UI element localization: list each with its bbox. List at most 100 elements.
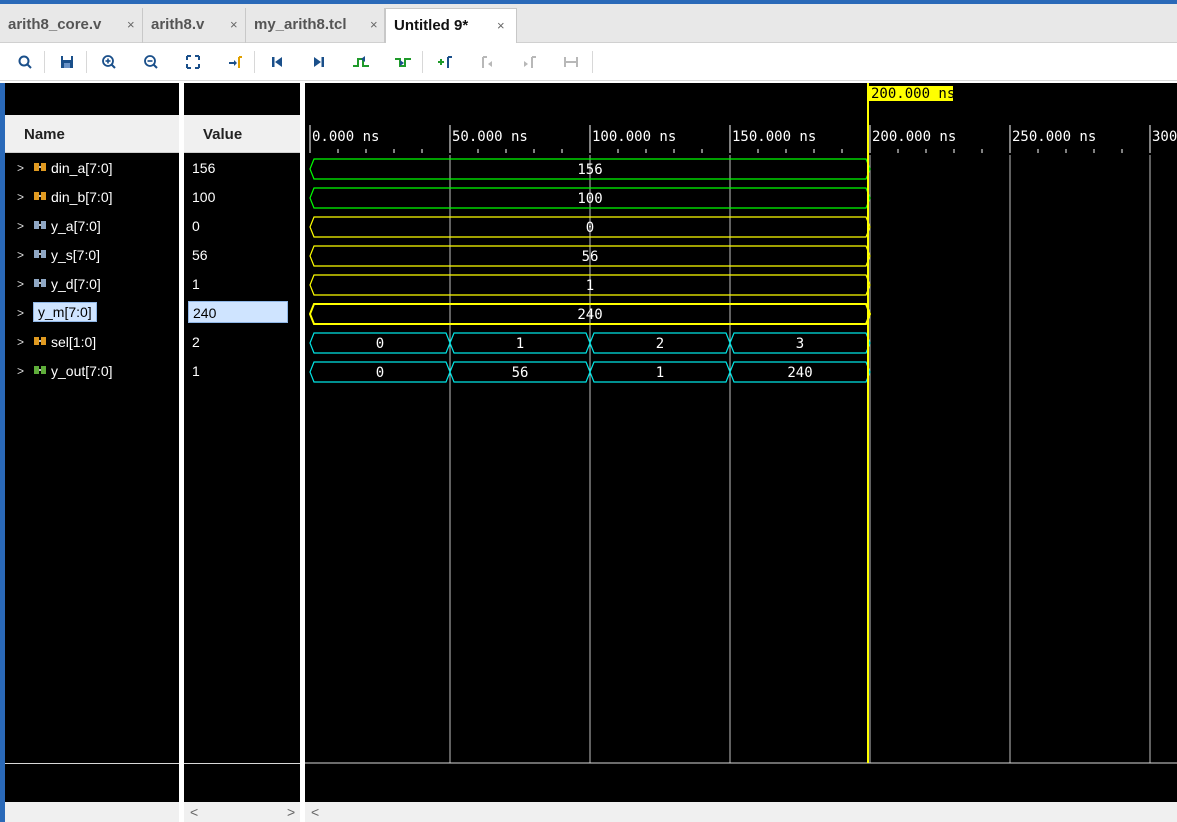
- next-marker-icon: [516, 50, 542, 74]
- go-to-last-time-icon[interactable]: [306, 50, 332, 74]
- signal-row[interactable]: > din_a[7:0]: [5, 155, 179, 183]
- search-icon[interactable]: [12, 50, 38, 74]
- signal-name: din_a[7:0]: [51, 160, 113, 176]
- output-bus-icon: [34, 279, 46, 287]
- signal-name: y_d[7:0]: [51, 276, 101, 292]
- expand-chevron-icon[interactable]: >: [17, 335, 24, 349]
- scroll-left-arrow[interactable]: <: [311, 804, 319, 820]
- bus-value-label: 0: [586, 220, 594, 236]
- value-panel-scrollbar[interactable]: < >: [184, 802, 300, 822]
- timeline-tick-label: 300: [1152, 129, 1177, 145]
- expand-chevron-icon[interactable]: >: [17, 161, 24, 175]
- waveform-scrollbar[interactable]: <: [305, 802, 1177, 822]
- bus-value-label: 100: [577, 191, 602, 207]
- editor-tab-bar: arith8_core.v × arith8.v × my_arith8.tcl…: [0, 4, 1177, 43]
- go-to-time-zero-icon[interactable]: [264, 50, 290, 74]
- input-bus-icon: [34, 192, 46, 200]
- previous-transition-icon[interactable]: [348, 50, 374, 74]
- timeline-tick-label: 50.000 ns: [452, 129, 528, 145]
- expand-chevron-icon[interactable]: >: [17, 364, 24, 378]
- signal-row[interactable]: > y_m[7:0]: [5, 300, 179, 328]
- go-to-cursor-icon[interactable]: [222, 50, 248, 74]
- signal-value: 2: [192, 334, 200, 350]
- name-panel-footer: [5, 802, 179, 822]
- output-bus-icon-green: [34, 366, 46, 374]
- tab-my-arith8-tcl[interactable]: my_arith8.tcl ×: [246, 8, 385, 43]
- signal-row[interactable]: > y_a[7:0]: [5, 213, 179, 241]
- save-icon[interactable]: [54, 50, 80, 74]
- signal-name-panel: Name > din_a[7:0] > din_b[7:0] > y_a[7:0] > y_s…: [5, 83, 179, 822]
- bus-value-label: 56: [512, 365, 529, 381]
- timeline-tick-label: 250.000 ns: [1012, 129, 1096, 145]
- tab-label: arith8.v: [151, 16, 205, 33]
- zoom-in-icon[interactable]: [96, 50, 122, 74]
- previous-marker-icon: [474, 50, 500, 74]
- signal-value-row[interactable]: 1: [184, 358, 300, 386]
- expand-chevron-icon[interactable]: >: [17, 306, 24, 320]
- signal-value-row[interactable]: 56: [184, 242, 300, 270]
- close-icon[interactable]: ×: [230, 17, 238, 32]
- signal-row[interactable]: > y_d[7:0]: [5, 271, 179, 299]
- next-transition-icon[interactable]: [390, 50, 416, 74]
- input-bus-icon: [34, 337, 46, 345]
- timeline-tick-label: 100.000 ns: [592, 129, 676, 145]
- signal-name: y_out[7:0]: [51, 363, 113, 379]
- scroll-left-arrow[interactable]: <: [190, 804, 198, 820]
- bus-value-label: 156: [577, 162, 602, 178]
- close-icon[interactable]: ×: [497, 18, 505, 33]
- signal-name: y_m[7:0]: [33, 302, 97, 322]
- output-bus-icon: [34, 221, 46, 229]
- bus-value-label: 56: [582, 249, 599, 265]
- tab-arith8-core-v[interactable]: arith8_core.v ×: [0, 8, 143, 43]
- expand-chevron-icon[interactable]: >: [17, 277, 24, 291]
- signal-name: sel[1:0]: [51, 334, 97, 350]
- bus-value-label: 0: [376, 336, 384, 352]
- value-column-header[interactable]: Value: [184, 115, 300, 153]
- add-marker-icon[interactable]: [432, 50, 458, 74]
- tab-label: Untitled 9*: [394, 17, 469, 34]
- signal-row[interactable]: > y_out[7:0]: [5, 358, 179, 386]
- signal-value-row[interactable]: 0: [184, 213, 300, 241]
- waveform-canvas[interactable]: 0.000 ns 50.000 ns 100.000 ns 150.000 ns 200…: [305, 83, 1177, 802]
- expand-chevron-icon[interactable]: >: [17, 190, 24, 204]
- signal-value-row[interactable]: 100: [184, 184, 300, 212]
- signal-name: din_b[7:0]: [51, 189, 113, 205]
- bus-value-label: 0: [376, 365, 384, 381]
- bus-value-label: 240: [787, 365, 812, 381]
- signal-row[interactable]: > y_s[7:0]: [5, 242, 179, 270]
- expand-chevron-icon[interactable]: >: [17, 219, 24, 233]
- waveform-panel[interactable]: 0.000 ns 50.000 ns 100.000 ns 150.000 ns 200…: [305, 83, 1177, 822]
- name-column-header[interactable]: Name: [5, 115, 179, 153]
- signal-value-row[interactable]: 1: [184, 271, 300, 299]
- signal-value-row[interactable]: 240: [184, 300, 300, 328]
- signal-value: 240: [188, 301, 288, 323]
- timeline-tick-label: 200.000 ns: [872, 129, 956, 145]
- signal-name: y_s[7:0]: [51, 247, 101, 263]
- signal-value: 1: [192, 276, 200, 292]
- signal-value: 156: [192, 160, 216, 176]
- tab-label: my_arith8.tcl: [254, 16, 347, 33]
- waveform-toolbar: [0, 43, 1177, 81]
- signal-value-row[interactable]: 156: [184, 155, 300, 183]
- signal-value: 56: [192, 247, 208, 263]
- bus-value-label: 240: [577, 307, 602, 323]
- bus-value-label: 3: [796, 336, 804, 352]
- zoom-out-icon[interactable]: [138, 50, 164, 74]
- zoom-fit-icon[interactable]: [180, 50, 206, 74]
- signal-value: 1: [192, 363, 200, 379]
- close-icon[interactable]: ×: [127, 17, 135, 32]
- tab-arith8-v[interactable]: arith8.v ×: [143, 8, 246, 43]
- bus-value-label: 1: [586, 278, 594, 294]
- close-icon[interactable]: ×: [370, 17, 378, 32]
- signal-value: 100: [192, 189, 216, 205]
- signal-row[interactable]: > sel[1:0]: [5, 329, 179, 357]
- tab-untitled-9[interactable]: Untitled 9* ×: [385, 8, 517, 43]
- output-bus-icon: [34, 250, 46, 258]
- signal-row[interactable]: > din_b[7:0]: [5, 184, 179, 212]
- bus-value-label: 1: [516, 336, 524, 352]
- swap-cursors-icon: [558, 50, 584, 74]
- signal-value-row[interactable]: 2: [184, 329, 300, 357]
- cursor-time-label: 200.000 ns: [871, 86, 955, 102]
- scroll-right-arrow[interactable]: >: [287, 804, 295, 820]
- expand-chevron-icon[interactable]: >: [17, 248, 24, 262]
